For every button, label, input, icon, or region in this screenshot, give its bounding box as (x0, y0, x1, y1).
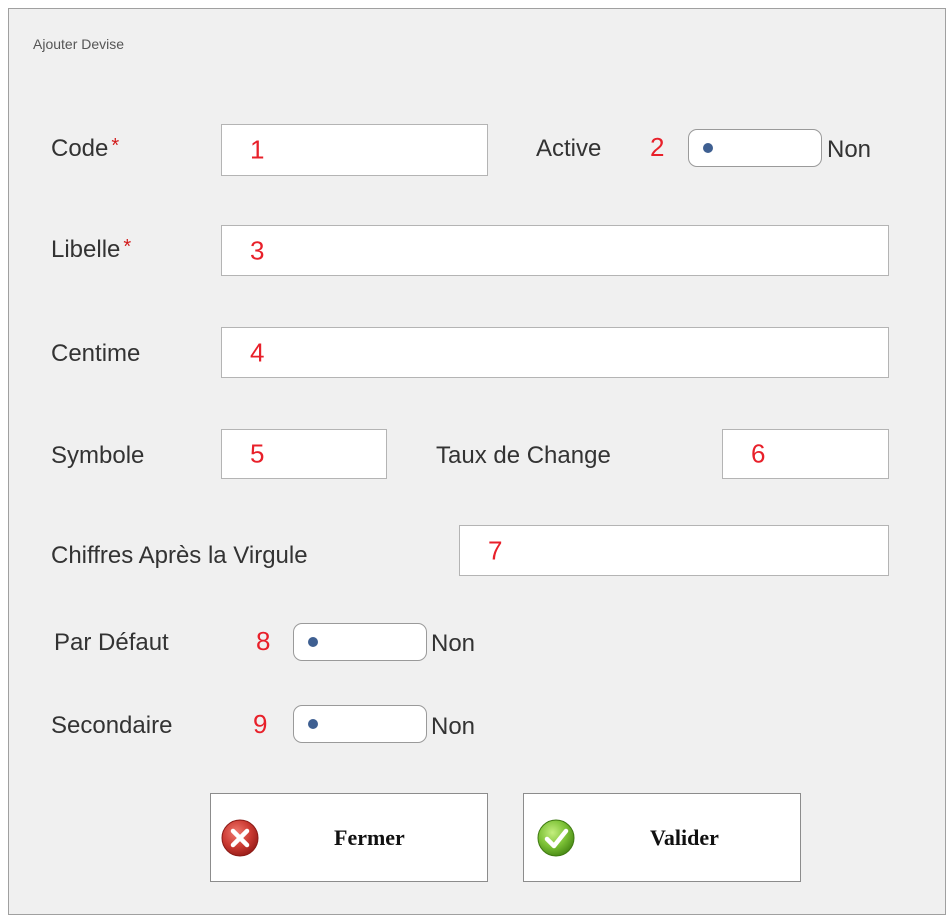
par-defaut-number: 8 (256, 626, 271, 656)
centime-label: Centime (51, 340, 141, 367)
symbole-value: 5 (250, 438, 265, 469)
add-currency-dialog: Ajouter Devise Code * 1 Active 2 Non Libe… (8, 8, 946, 915)
centime-input[interactable]: 4 (221, 327, 889, 378)
active-label: Active (536, 135, 602, 162)
fermer-label: Fermer (334, 824, 405, 850)
secondaire-toggle[interactable] (293, 705, 427, 743)
code-label-text: Code (51, 135, 109, 162)
chiffres-label: Chiffres Après la Virgule (51, 542, 308, 569)
par-defaut-state: Non (431, 630, 476, 657)
toggle-dot-icon (308, 637, 318, 647)
chiffres-input[interactable]: 7 (459, 525, 889, 576)
symbole-label: Symbole (51, 442, 145, 469)
secondaire-label: Secondaire (51, 712, 173, 739)
fermer-button[interactable]: Fermer (210, 793, 488, 882)
libelle-label: Libelle * (51, 236, 131, 264)
chiffres-value: 7 (488, 535, 503, 565)
required-marker: * (123, 236, 132, 258)
active-number: 2 (650, 132, 665, 162)
valider-button[interactable]: Valider (523, 793, 801, 882)
active-state: Non (827, 136, 872, 163)
code-input[interactable]: 1 (221, 124, 488, 176)
check-icon (537, 819, 575, 857)
code-value: 1 (250, 134, 265, 165)
secondaire-number: 9 (253, 709, 268, 739)
centime-value: 4 (250, 337, 265, 367)
libelle-value: 3 (250, 235, 265, 265)
taux-input[interactable]: 6 (722, 429, 889, 479)
libelle-label-text: Libelle (51, 236, 121, 263)
symbole-input[interactable]: 5 (221, 429, 387, 479)
secondaire-state: Non (431, 713, 476, 740)
libelle-input[interactable]: 3 (221, 225, 889, 276)
toggle-dot-icon (703, 143, 713, 153)
par-defaut-label: Par Défaut (54, 629, 169, 656)
dialog-title: Ajouter Devise (33, 36, 125, 52)
required-marker: * (111, 135, 120, 157)
valider-label: Valider (650, 824, 719, 850)
close-x-icon (221, 819, 259, 857)
taux-value: 6 (751, 438, 766, 469)
taux-label: Taux de Change (436, 442, 611, 469)
active-toggle[interactable] (688, 129, 822, 167)
code-label: Code * (51, 135, 119, 163)
toggle-dot-icon (308, 719, 318, 729)
par-defaut-toggle[interactable] (293, 623, 427, 661)
